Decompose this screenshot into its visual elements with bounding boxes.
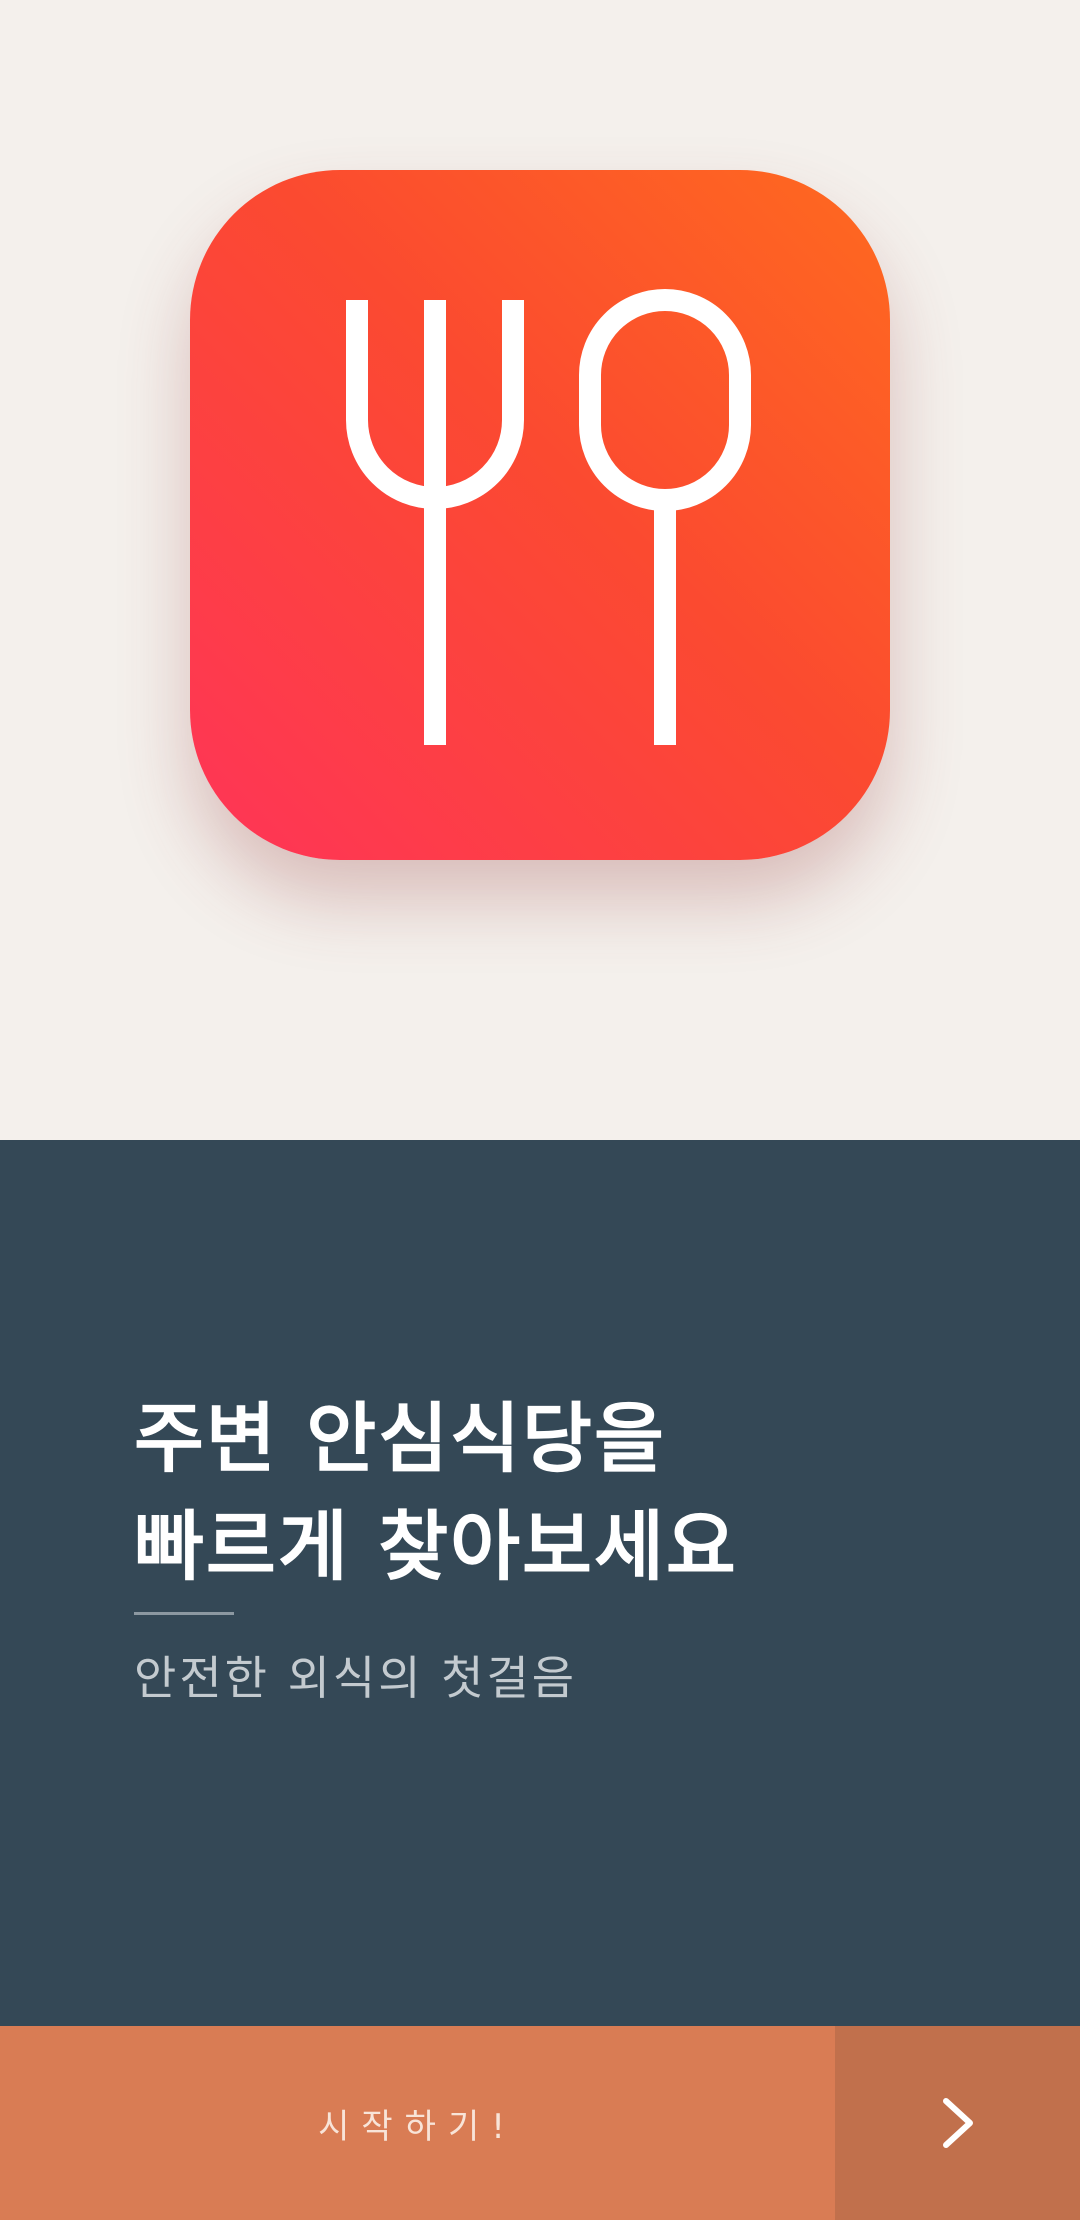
- fork-and-spoon-icon: [346, 289, 751, 745]
- next-button[interactable]: [835, 2026, 1080, 2220]
- app-logo: [190, 170, 890, 860]
- intro-panel: 주변 안심식당을 빠르게 찾아보세요 안전한 외식의 첫걸음: [0, 1140, 1080, 2026]
- chevron-right-icon: [942, 2098, 973, 2148]
- subtitle: 안전한 외식의 첫걸음: [134, 1651, 578, 1705]
- headline-line-1: 주변 안심식당을: [134, 1394, 666, 1483]
- start-button[interactable]: 시작하기!: [0, 2026, 835, 2220]
- hero-section: [0, 0, 1080, 1140]
- headline: 주변 안심식당을 빠르게 찾아보세요: [134, 1385, 1014, 1601]
- onboarding-screen: 주변 안심식당을 빠르게 찾아보세요 안전한 외식의 첫걸음 시작하기!: [0, 0, 1080, 2220]
- divider: [134, 1612, 234, 1615]
- headline-line-2: 빠르게 찾아보세요: [134, 1502, 738, 1591]
